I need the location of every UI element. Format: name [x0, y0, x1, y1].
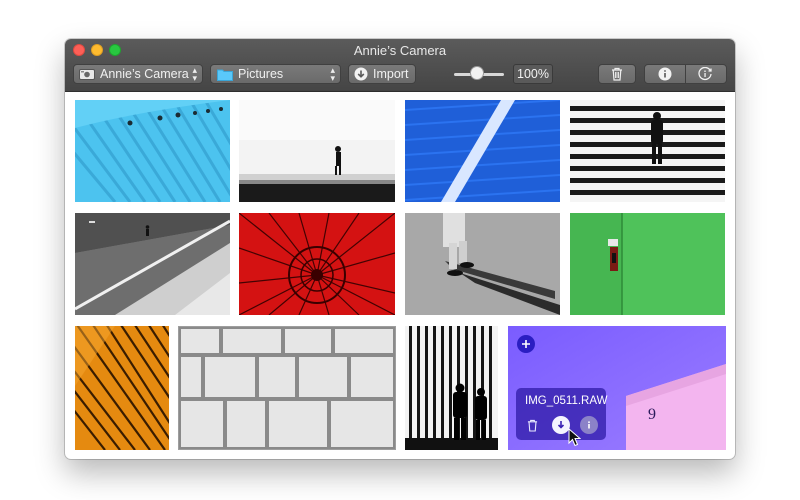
- download-icon: [555, 419, 567, 431]
- zoom-level-field[interactable]: 100%: [513, 64, 553, 84]
- selected-photo-thumbnail[interactable]: 9 IMG_0511.RAW: [508, 326, 726, 450]
- camera-window: Annie’s Camera Annie’s Camera ▴ ▾ Picture…: [65, 39, 735, 459]
- svg-text:9: 9: [648, 406, 656, 423]
- import-button[interactable]: Import: [348, 64, 416, 84]
- plus-icon: [521, 339, 531, 349]
- info-icon: [583, 419, 595, 431]
- photo-thumbnail[interactable]: [239, 100, 395, 202]
- info-icon: [658, 67, 672, 81]
- device-popup[interactable]: Annie’s Camera ▴ ▾: [73, 64, 203, 84]
- trash-icon: [527, 419, 538, 432]
- photo-grid: 9 IMG_0511.RAW: [65, 92, 735, 459]
- photo-thumbnail[interactable]: [405, 100, 560, 202]
- folder-popup[interactable]: Pictures ▴ ▾: [210, 64, 341, 84]
- device-popup-label: Annie’s Camera: [100, 67, 189, 81]
- photo-thumbnail[interactable]: [405, 213, 560, 315]
- add-photo-button[interactable]: [517, 335, 535, 353]
- photo-thumbnail[interactable]: [75, 213, 230, 315]
- window-title: Annie’s Camera: [353, 43, 447, 58]
- photo-thumbnail[interactable]: [570, 213, 725, 315]
- zoom-slider-thumb[interactable]: [470, 66, 484, 80]
- title-toolbar: Annie’s Camera Annie’s Camera ▴ ▾ Picture…: [65, 39, 735, 92]
- folder-popup-label: Pictures: [238, 67, 284, 81]
- info-button[interactable]: [644, 64, 686, 84]
- photo-thumbnail[interactable]: [239, 213, 395, 315]
- import-label: Import: [373, 67, 409, 81]
- photo-thumbnail[interactable]: [405, 326, 498, 450]
- info-rotate-icon: [698, 67, 714, 81]
- camera-icon: [79, 68, 95, 80]
- photo-hover-overlay: IMG_0511.RAW: [516, 388, 608, 440]
- download-icon: [354, 67, 368, 81]
- delete-photo-button[interactable]: [523, 416, 541, 434]
- photo-thumbnail[interactable]: [178, 326, 396, 450]
- pointer-cursor: [568, 428, 581, 447]
- popup-chevron-icon: ▴ ▾: [330, 65, 335, 83]
- folder-icon: [217, 68, 233, 81]
- photo-filename: IMG_0511.RAW: [525, 395, 608, 407]
- photo-thumbnail[interactable]: [75, 100, 230, 202]
- popup-chevron-icon: ▴ ▾: [192, 65, 197, 83]
- trash-icon: [611, 67, 623, 81]
- photo-thumbnail[interactable]: [570, 100, 725, 202]
- photo-thumbnail[interactable]: [75, 326, 169, 450]
- info-rotate-button[interactable]: [685, 64, 727, 84]
- photo-info-button[interactable]: [580, 416, 598, 434]
- delete-button[interactable]: [598, 64, 636, 84]
